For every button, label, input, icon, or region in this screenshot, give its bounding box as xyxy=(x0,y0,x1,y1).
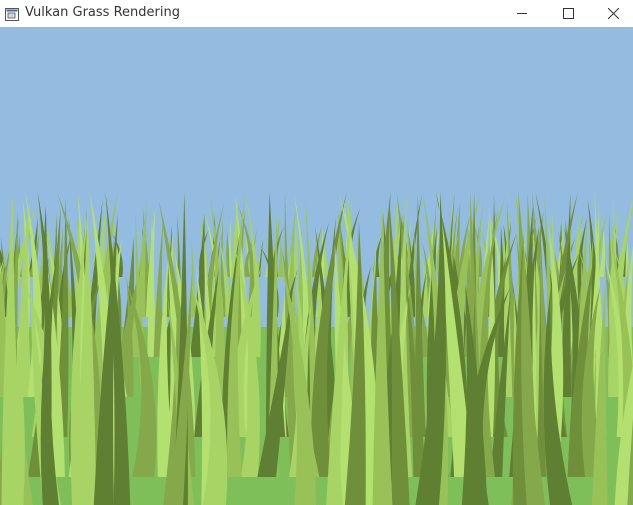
close-icon xyxy=(607,8,619,19)
close-button[interactable] xyxy=(590,0,633,27)
render-viewport[interactable] xyxy=(0,27,633,505)
app-window-icon xyxy=(5,6,19,21)
minimize-icon xyxy=(516,8,528,19)
window-title: Vulkan Grass Rendering xyxy=(25,5,180,20)
grass-scene xyxy=(0,27,633,505)
title-bar[interactable]: Vulkan Grass Rendering xyxy=(0,0,633,27)
app-window: Vulkan Grass Rendering xyxy=(0,0,633,505)
maximize-button[interactable] xyxy=(545,0,591,27)
minimize-button[interactable] xyxy=(499,0,545,27)
maximize-icon xyxy=(562,8,574,19)
